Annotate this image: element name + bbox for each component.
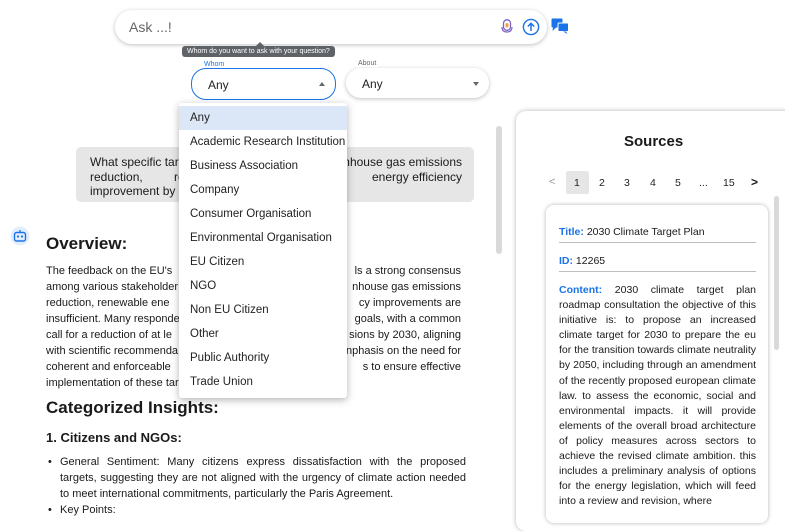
overview-line-right: s to ensure effective xyxy=(362,361,461,373)
bot-icon xyxy=(10,226,30,246)
whom-select[interactable]: Whom Any xyxy=(191,61,336,100)
source-id-key: ID: xyxy=(559,255,573,267)
list-item: Key Points: xyxy=(46,502,466,518)
categorized-insights-heading: Categorized Insights: xyxy=(46,398,219,417)
citizens-bullet-list: General Sentiment: Many citizens express… xyxy=(46,454,466,518)
source-id-value: 12265 xyxy=(575,255,606,267)
pagination-ellipsis: ... xyxy=(699,177,708,189)
question-line-2-c: energy xyxy=(372,169,409,184)
sources-scrollbar[interactable] xyxy=(774,196,779,350)
pagination-page-3[interactable]: 3 xyxy=(624,177,630,189)
ask-placeholder: Ask ...! xyxy=(129,19,172,35)
whom-option[interactable]: NGO xyxy=(179,274,347,298)
whom-option[interactable]: EU Citizen xyxy=(179,250,347,274)
source-content-value: 2030 climate target plan roadmap consult… xyxy=(559,284,756,508)
whom-option[interactable]: Non EU Citizen xyxy=(179,298,347,322)
sources-title: Sources xyxy=(624,133,684,150)
chat-icon[interactable] xyxy=(551,18,569,34)
question-line-2-d: efficiency xyxy=(412,169,462,184)
whom-value: Any xyxy=(208,78,229,92)
source-card: Title: 2030 Climate Target Plan ID: 1226… xyxy=(546,205,768,523)
whom-option-label: Academic Research Institution xyxy=(190,136,346,148)
pagination-page-4[interactable]: 4 xyxy=(650,177,656,189)
whom-option-label: Business Association xyxy=(190,160,299,172)
whom-option[interactable]: Public Authority xyxy=(179,346,347,370)
question-line-2-a: reduction, xyxy=(90,169,143,184)
pagination-next-button[interactable]: > xyxy=(751,175,758,189)
whom-option-label: Non EU Citizen xyxy=(190,304,269,316)
send-icon[interactable] xyxy=(522,18,540,36)
whom-option[interactable]: Consumer Organisation xyxy=(179,202,347,226)
overview-line-right: nhouse gas emissions xyxy=(352,281,461,293)
overview-line-right: goals, with a common xyxy=(354,313,461,325)
source-content-key: Content: xyxy=(559,284,603,296)
overview-line-left: implementation of these tar xyxy=(46,377,179,389)
caret-down-icon xyxy=(473,82,479,86)
whom-tooltip: Whom do you want to ask with your questi… xyxy=(182,42,335,57)
pagination-prev-button[interactable]: < xyxy=(549,176,555,188)
divider xyxy=(559,242,756,243)
whom-option-label: Company xyxy=(190,184,240,196)
whom-option[interactable]: Trade Union xyxy=(179,370,347,394)
source-title-row: Title: 2030 Climate Target Plan xyxy=(559,226,756,238)
whom-option[interactable]: Other xyxy=(179,322,347,346)
about-select[interactable]: About Any xyxy=(346,60,489,98)
mic-icon[interactable] xyxy=(500,19,514,35)
whom-option[interactable]: Academic Research Institution xyxy=(179,130,347,154)
whom-option-label: NGO xyxy=(190,280,217,292)
pagination-page-15[interactable]: 15 xyxy=(723,177,735,189)
whom-option[interactable]: Company xyxy=(179,178,347,202)
chat-scrollbar[interactable] xyxy=(496,126,502,254)
caret-up-icon xyxy=(319,82,325,86)
divider xyxy=(559,271,756,272)
overview-line-left: call for a reduction of at le xyxy=(46,329,172,341)
whom-option-label: Consumer Organisation xyxy=(190,208,312,220)
question-line-3: improvement by 2 xyxy=(90,184,186,198)
pagination-page-1[interactable]: 1 xyxy=(574,177,580,189)
whom-option-label: Trade Union xyxy=(190,376,253,388)
whom-option-label: Public Authority xyxy=(190,352,270,364)
citizens-ngos-heading: 1. Citizens and NGOs: xyxy=(46,430,182,445)
overview-line-right: nphasis on the need for xyxy=(346,345,461,357)
whom-option[interactable]: Environmental Organisation xyxy=(179,226,347,250)
source-title-value: 2030 Climate Target Plan xyxy=(586,226,705,238)
whom-option-label: EU Citizen xyxy=(190,256,245,268)
whom-option-label: Other xyxy=(190,328,219,340)
whom-dropdown-menu: Any Academic Research Institution Business… xyxy=(179,103,347,398)
question-line-1-left: What specific tar xyxy=(90,155,179,169)
about-value: Any xyxy=(362,77,383,91)
overview-line-left: reduction, renewable ene xyxy=(46,297,170,309)
overview-heading: Overview: xyxy=(46,234,128,253)
overview-line-left: with scientific recommenda xyxy=(46,345,179,357)
list-item: General Sentiment: Many citizens express… xyxy=(46,454,466,502)
ask-input[interactable]: Ask ...! xyxy=(115,10,547,44)
overview-line-right: ls a strong consensus xyxy=(354,265,461,277)
whom-option[interactable]: Any xyxy=(179,106,347,130)
pagination-page-5[interactable]: 5 xyxy=(675,177,681,189)
whom-option-label: Any xyxy=(190,112,210,124)
whom-label: Whom xyxy=(202,61,227,68)
overview-line-right: sions by 2030, aligning xyxy=(349,329,461,341)
question-line-1-right: nhouse gas emissions xyxy=(343,155,462,169)
whom-option-label: Environmental Organisation xyxy=(190,232,332,244)
whom-option[interactable]: Business Association xyxy=(179,154,347,178)
overview-line-left: among various stakeholder xyxy=(46,281,179,293)
overview-line-left: coherent and enforceable xyxy=(46,361,171,373)
pagination-page-2[interactable]: 2 xyxy=(599,177,605,189)
source-title-key: Title: xyxy=(559,226,584,238)
source-content: Content: 2030 climate target plan roadma… xyxy=(559,283,756,509)
about-label: About xyxy=(356,60,379,67)
overview-line-left: The feedback on the EU's xyxy=(46,265,173,277)
overview-line-left: insufficient. Many responde xyxy=(46,313,180,325)
source-id-row: ID: 12265 xyxy=(559,255,756,267)
overview-line-right: cy improvements are xyxy=(358,297,461,309)
